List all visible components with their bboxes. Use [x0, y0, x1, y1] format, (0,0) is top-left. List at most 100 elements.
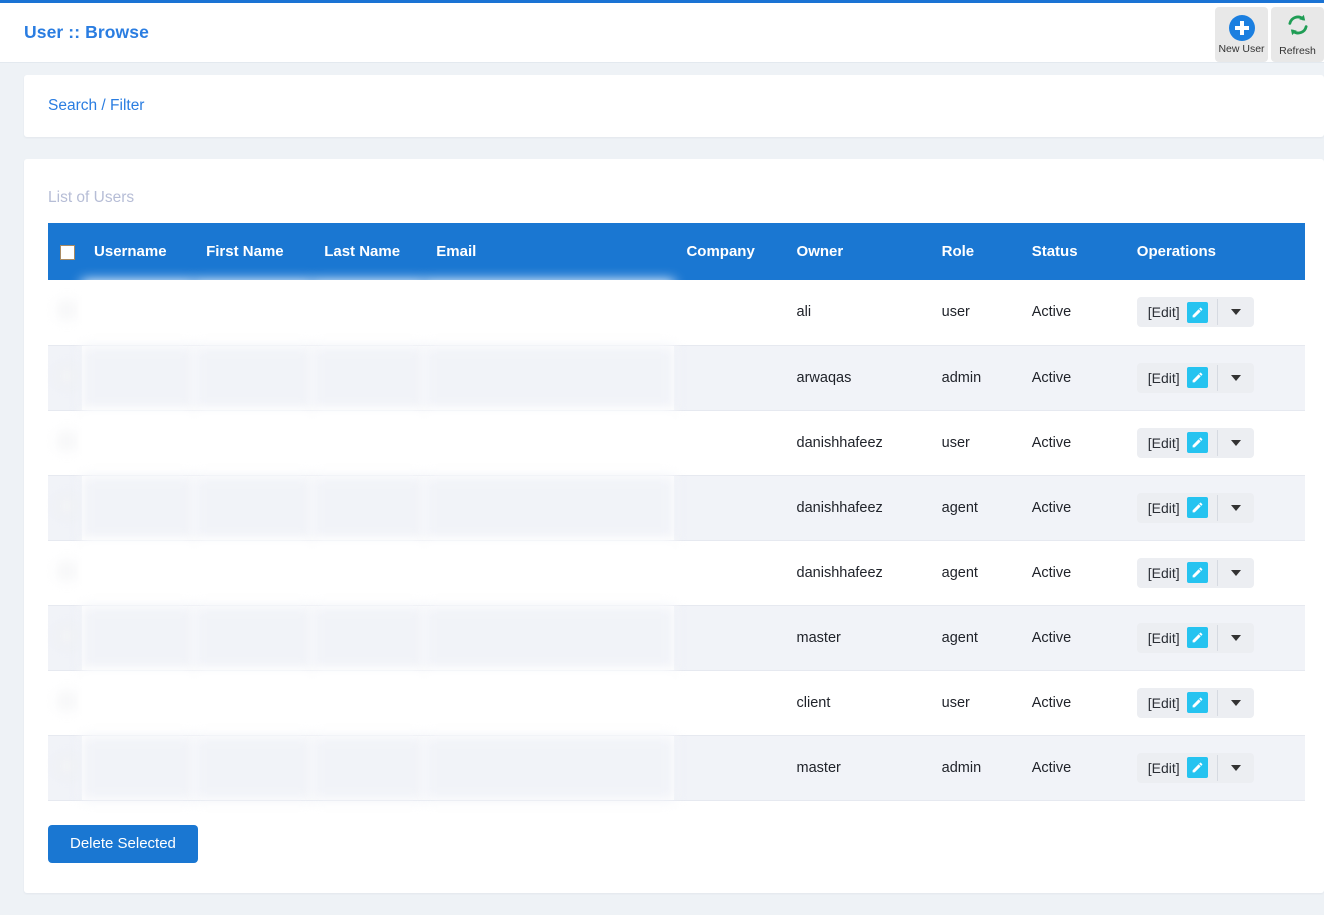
edit-button-label: [Edit]	[1147, 499, 1180, 516]
edit-button[interactable]: [Edit]	[1137, 428, 1217, 458]
refresh-button-label: Refresh	[1279, 45, 1316, 58]
chevron-down-icon	[1230, 699, 1241, 706]
pencil-icon	[1186, 757, 1208, 778]
operations-dropdown-toggle[interactable]	[1218, 493, 1254, 523]
operations-dropdown-toggle[interactable]	[1218, 753, 1254, 783]
edit-button[interactable]: [Edit]	[1137, 493, 1217, 523]
column-header-username[interactable]: Username	[82, 223, 195, 280]
pencil-icon	[1186, 301, 1208, 323]
row-select-checkbox[interactable]	[60, 563, 74, 578]
row-select-checkbox[interactable]	[60, 303, 74, 318]
cell-company	[674, 605, 785, 671]
pencil-icon	[1186, 627, 1208, 648]
cell-status: Active	[1019, 605, 1125, 671]
users-table: Username First Name Last Name Email Comp…	[48, 223, 1305, 801]
column-header-role[interactable]: Role	[929, 223, 1020, 280]
row-select-checkbox[interactable]	[60, 693, 74, 708]
new-user-button[interactable]: New User	[1215, 7, 1268, 62]
row-select-cell	[48, 475, 83, 541]
row-select-checkbox[interactable]	[60, 368, 74, 383]
edit-button-label: [Edit]	[1147, 759, 1180, 776]
row-select-checkbox[interactable]	[60, 758, 74, 773]
pencil-icon	[1186, 692, 1208, 713]
table-row: danishhafeez agent Active [Edit]	[48, 475, 1305, 541]
operations-button-group: [Edit]	[1136, 557, 1254, 588]
cell-username	[82, 735, 195, 801]
edit-button[interactable]: [Edit]	[1137, 297, 1217, 327]
operations-button-group: [Edit]	[1136, 362, 1254, 393]
header-actions: New User Refresh	[1215, 7, 1324, 62]
edit-button-label: [Edit]	[1147, 564, 1180, 581]
cell-status: Active	[1019, 540, 1125, 606]
delete-selected-button[interactable]: Delete Selected	[48, 824, 198, 863]
pencil-icon	[1186, 367, 1208, 388]
operations-dropdown-toggle[interactable]	[1218, 297, 1254, 327]
cell-last-name	[312, 670, 425, 736]
cell-email	[424, 475, 675, 541]
row-select-checkbox[interactable]	[60, 433, 74, 448]
column-header-last-name[interactable]: Last Name	[312, 223, 425, 280]
cell-username	[82, 280, 195, 346]
cell-last-name	[312, 735, 425, 801]
cell-username	[82, 475, 195, 541]
cell-operations: [Edit]	[1124, 605, 1305, 671]
edit-button[interactable]: [Edit]	[1137, 558, 1217, 588]
chevron-down-icon	[1230, 504, 1241, 511]
cell-last-name	[312, 280, 425, 346]
edit-button[interactable]: [Edit]	[1137, 363, 1217, 393]
cell-first-name	[194, 670, 313, 736]
column-header-owner[interactable]: Owner	[784, 223, 930, 280]
edit-button-label: [Edit]	[1147, 304, 1180, 321]
column-header-operations: Operations	[1124, 223, 1305, 280]
table-row: danishhafeez user Active [Edit]	[48, 410, 1305, 476]
row-select-checkbox[interactable]	[60, 498, 74, 513]
cell-status: Active	[1019, 475, 1125, 541]
cell-role: user	[929, 670, 1020, 736]
operations-button-group: [Edit]	[1136, 492, 1254, 523]
table-row: danishhafeez agent Active [Edit]	[48, 540, 1305, 606]
select-all-checkbox[interactable]	[60, 244, 75, 260]
row-select-checkbox[interactable]	[60, 628, 74, 643]
search-filter-toggle[interactable]: Search / Filter	[48, 97, 144, 115]
row-select-cell	[48, 410, 83, 476]
row-select-cell	[48, 540, 83, 606]
column-header-status[interactable]: Status	[1019, 223, 1125, 280]
cell-first-name	[194, 540, 313, 606]
cell-role: agent	[929, 540, 1020, 606]
operations-dropdown-toggle[interactable]	[1218, 558, 1254, 588]
plus-circle-icon	[1228, 14, 1255, 41]
table-row: ali user Active [Edit]	[48, 280, 1305, 346]
table-row: arwaqas admin Active [Edit]	[48, 345, 1305, 411]
cell-operations: [Edit]	[1124, 540, 1305, 606]
column-header-company[interactable]: Company	[674, 223, 785, 280]
edit-button[interactable]: [Edit]	[1137, 753, 1217, 783]
cell-company	[674, 475, 785, 541]
edit-button[interactable]: [Edit]	[1137, 623, 1217, 653]
cell-owner: client	[784, 670, 930, 736]
cell-first-name	[194, 475, 313, 541]
cell-email	[424, 670, 675, 736]
users-table-head: Username First Name Last Name Email Comp…	[48, 223, 1305, 280]
cell-role: agent	[929, 605, 1020, 671]
pencil-icon	[1186, 432, 1208, 453]
column-header-first-name[interactable]: First Name	[194, 223, 313, 280]
operations-dropdown-toggle[interactable]	[1218, 428, 1254, 458]
operations-dropdown-toggle[interactable]	[1218, 623, 1254, 653]
cell-username	[82, 670, 195, 736]
refresh-button[interactable]: Refresh	[1271, 7, 1324, 62]
cell-last-name	[312, 475, 425, 541]
pencil-icon	[1186, 562, 1208, 583]
edit-button[interactable]: [Edit]	[1137, 688, 1217, 718]
column-header-email[interactable]: Email	[424, 223, 675, 280]
edit-button-label: [Edit]	[1147, 629, 1180, 646]
row-select-cell	[48, 670, 83, 736]
cell-company	[674, 280, 785, 346]
operations-dropdown-toggle[interactable]	[1218, 363, 1254, 393]
edit-button-label: [Edit]	[1147, 434, 1180, 451]
cell-status: Active	[1019, 280, 1125, 346]
cell-first-name	[194, 735, 313, 801]
list-of-users-panel: List of Users Username First Name Last N…	[24, 159, 1324, 893]
cell-username	[82, 605, 195, 671]
operations-dropdown-toggle[interactable]	[1218, 688, 1254, 718]
cell-company	[674, 670, 785, 736]
